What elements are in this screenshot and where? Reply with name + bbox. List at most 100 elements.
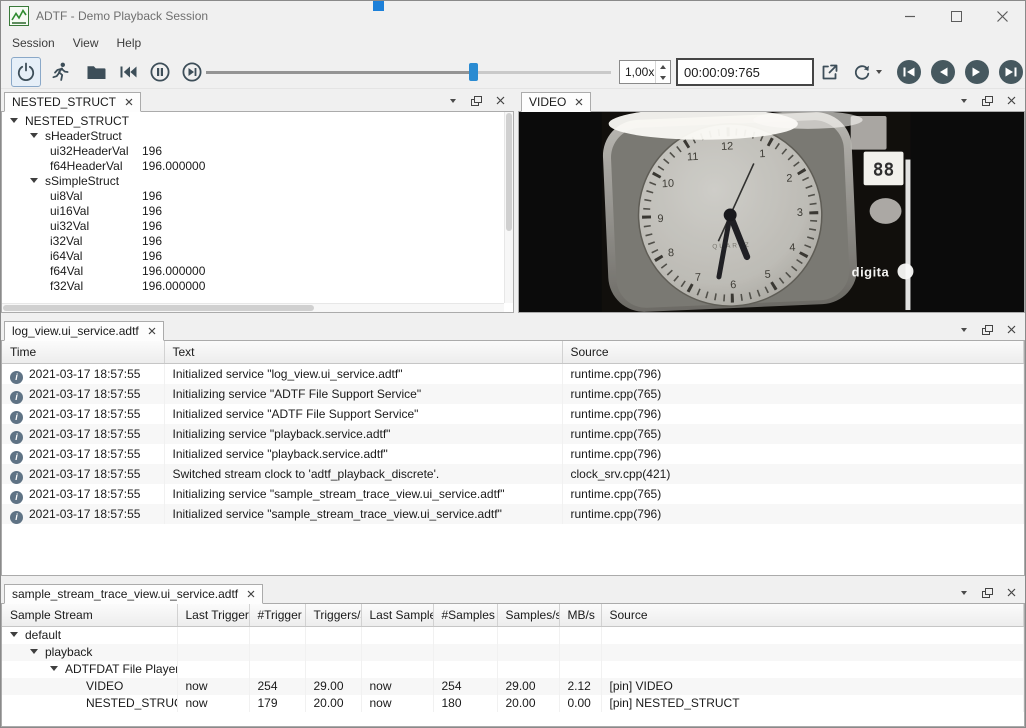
log-row[interactable]: 2021-03-17 18:57:55Initializing service … <box>2 384 1024 404</box>
time-display[interactable]: 00:00:09:765 <box>677 59 813 85</box>
detach-window-button[interactable] <box>817 57 843 87</box>
dock-close-button[interactable] <box>1004 322 1019 337</box>
dock-menu-button[interactable] <box>445 93 460 108</box>
expander-icon[interactable] <box>50 666 58 671</box>
tab-nested-struct[interactable]: NESTED_STRUCT <box>4 92 141 112</box>
timeline-slider[interactable] <box>206 63 611 81</box>
dock-float-button[interactable] <box>980 93 995 108</box>
seek-last-button[interactable] <box>998 59 1024 85</box>
tree-row[interactable]: i32Val196 <box>2 234 513 249</box>
dock-menu-button[interactable] <box>956 322 971 337</box>
seek-next-button[interactable] <box>964 59 990 85</box>
horizontal-scrollbar[interactable] <box>2 303 504 312</box>
log-row[interactable]: 2021-03-17 18:57:55Initialized service "… <box>2 364 1024 385</box>
close-button[interactable] <box>979 1 1025 31</box>
tab-close-button[interactable] <box>148 327 156 335</box>
column-header-mb-per-s[interactable]: MB/s <box>559 604 601 627</box>
open-file-button[interactable] <box>81 57 111 87</box>
trace-row[interactable]: ADTFDAT File Player <box>2 661 1024 678</box>
dock-close-button[interactable] <box>1004 585 1019 600</box>
column-header-trigger-count[interactable]: #Trigger <box>249 604 305 627</box>
column-header-triggers-per-s[interactable]: Triggers/s <box>305 604 361 627</box>
column-header-samples-count[interactable]: #Samples <box>433 604 497 627</box>
log-row[interactable]: 2021-03-17 18:57:55Initialized service "… <box>2 444 1024 464</box>
expander-icon[interactable] <box>30 649 38 654</box>
column-header-text[interactable]: Text <box>164 341 562 364</box>
expander-icon[interactable] <box>10 632 18 637</box>
expander-icon[interactable] <box>10 118 18 123</box>
tree-row[interactable]: f64Val196.000000 <box>2 264 513 279</box>
maximize-button[interactable] <box>933 1 979 31</box>
slider-handle[interactable] <box>469 63 478 81</box>
vertical-scrollbar[interactable] <box>504 112 513 303</box>
power-button[interactable] <box>11 57 41 87</box>
log-row[interactable]: 2021-03-17 18:57:55Initialized service "… <box>2 404 1024 424</box>
tree-row[interactable]: f32Val196.000000 <box>2 279 513 294</box>
tab-log-view[interactable]: log_view.ui_service.adtf <box>4 321 164 341</box>
trace-row[interactable]: NESTED_STRUCT now17920.00now18020.000.00… <box>2 695 1024 712</box>
minimize-button[interactable] <box>887 1 933 31</box>
loop-dropdown-icon[interactable] <box>876 70 882 74</box>
tab-sample-stream-trace[interactable]: sample_stream_trace_view.ui_service.adtf <box>4 584 263 604</box>
run-button[interactable] <box>45 57 75 87</box>
expander-icon[interactable] <box>30 178 38 183</box>
loop-button[interactable] <box>847 57 885 87</box>
seek-prev-button[interactable] <box>930 59 956 85</box>
tab-close-button[interactable] <box>575 98 583 106</box>
dock-float-button[interactable] <box>980 585 995 600</box>
tree-row[interactable]: i64Val196 <box>2 249 513 264</box>
trace-row[interactable]: default <box>2 627 1024 645</box>
tree-row[interactable]: ui8Val196 <box>2 189 513 204</box>
dock-close-button[interactable] <box>1004 93 1019 108</box>
expander-icon[interactable] <box>30 133 38 138</box>
speed-up-button[interactable] <box>656 61 670 72</box>
dock-float-button[interactable] <box>980 322 995 337</box>
speed-value[interactable]: 1,00x <box>620 61 655 83</box>
menu-view[interactable]: View <box>64 32 108 54</box>
dock-menu-button[interactable] <box>956 93 971 108</box>
pause-button[interactable] <box>145 57 175 87</box>
log-row[interactable]: 2021-03-17 18:57:55Initializing service … <box>2 424 1024 444</box>
scrollbar-thumb[interactable] <box>506 113 512 231</box>
column-header-source[interactable]: Source <box>601 604 1024 627</box>
struct-tree: NESTED_STRUCT sHeaderStruct ui32HeaderVa… <box>1 111 514 313</box>
skip-to-start-button[interactable] <box>113 57 143 87</box>
node-label: f64Val <box>50 264 83 278</box>
tree-row[interactable]: ui32HeaderVal196 <box>2 144 513 159</box>
tree-row[interactable]: ui32Val196 <box>2 219 513 234</box>
tree-row[interactable]: ui16Val196 <box>2 204 513 219</box>
tree-row[interactable]: sHeaderStruct <box>2 129 513 144</box>
tree-row[interactable]: sSimpleStruct <box>2 174 513 189</box>
menu-session[interactable]: Session <box>3 32 64 54</box>
log-row[interactable]: 2021-03-17 18:57:55Switched stream clock… <box>2 464 1024 484</box>
tab-close-button[interactable] <box>125 98 133 106</box>
dock-menu-icon <box>450 99 456 103</box>
trace-row[interactable]: VIDEO now25429.00now25429.002.12[pin] VI… <box>2 678 1024 695</box>
speed-spinbox[interactable]: 1,00x <box>619 60 671 84</box>
tab-video[interactable]: VIDEO <box>521 92 591 112</box>
minimize-icon <box>905 11 916 22</box>
column-header-last-sample[interactable]: Last Sample <box>361 604 433 627</box>
log-row[interactable]: 2021-03-17 18:57:55Initialized service "… <box>2 504 1024 524</box>
trace-row[interactable]: playback <box>2 644 1024 661</box>
video-panel: VIDEO <box>518 89 1025 313</box>
column-header-source[interactable]: Source <box>562 341 1024 364</box>
tree-row[interactable]: NESTED_STRUCT <box>2 114 513 129</box>
column-header-last-trigger[interactable]: Last Trigger <box>177 604 249 627</box>
dock-close-button[interactable] <box>493 93 508 108</box>
dock-menu-button[interactable] <box>956 585 971 600</box>
skip-to-end-button[interactable] <box>177 57 207 87</box>
scrollbar-thumb[interactable] <box>3 305 314 311</box>
column-header-sample-stream[interactable]: Sample Stream <box>2 604 177 627</box>
column-header-time[interactable]: Time <box>2 341 164 364</box>
menu-help[interactable]: Help <box>108 32 151 54</box>
column-header-samples-per-s[interactable]: Samples/s <box>497 604 559 627</box>
dock-float-button[interactable] <box>469 93 484 108</box>
tab-close-button[interactable] <box>247 590 255 598</box>
seek-next-icon <box>964 59 990 85</box>
info-icon <box>10 511 23 524</box>
tree-row[interactable]: f64HeaderVal196.000000 <box>2 159 513 174</box>
speed-down-button[interactable] <box>656 72 670 83</box>
seek-first-button[interactable] <box>896 59 922 85</box>
log-row[interactable]: 2021-03-17 18:57:55Initializing service … <box>2 484 1024 504</box>
